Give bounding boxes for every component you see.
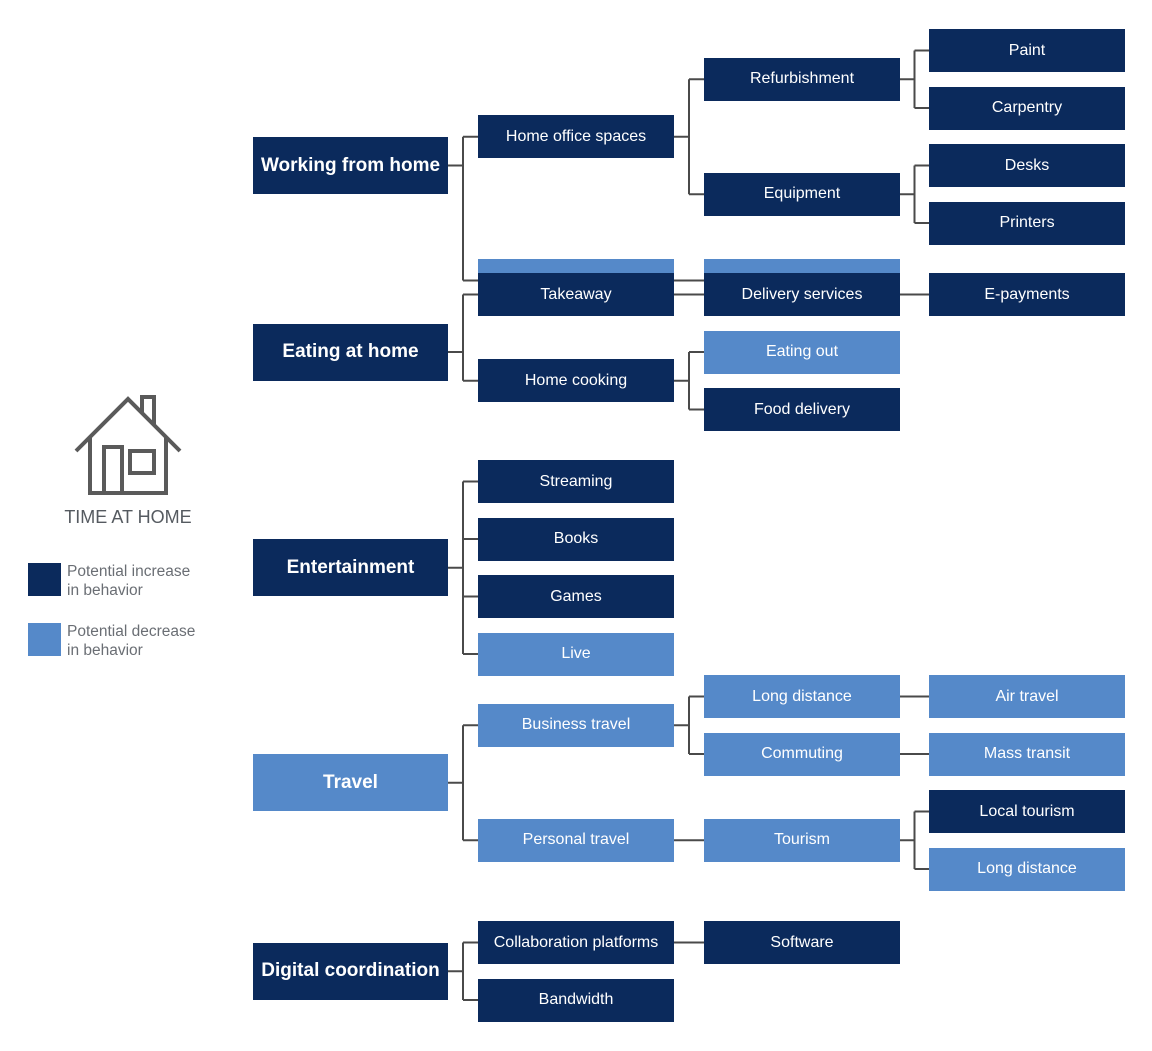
node-eating-out: Eating out (704, 330, 900, 374)
node-label: Collaboration platforms (493, 933, 659, 951)
node-local-tourism: Local tourism (929, 790, 1125, 833)
node-bandwidth: Bandwidth (478, 978, 674, 1022)
node-e-payments: E-payments (929, 273, 1125, 316)
node-label: Air travel (995, 687, 1059, 705)
node-working-from-home: Working from home (253, 137, 448, 194)
node-games: Games (478, 575, 674, 618)
node-label: Business travel (521, 716, 631, 734)
node-label: Food delivery (753, 400, 851, 418)
node-books: Books (478, 517, 674, 561)
node-label: Refurbishment (749, 70, 855, 88)
node-label: Games (550, 587, 602, 605)
node-commuting: Commuting (704, 732, 900, 776)
node-digital-coordination: Digital coordination (253, 942, 448, 1000)
node-label: Commuting (761, 745, 843, 762)
node-label: Long distance (977, 860, 1077, 877)
node-business-travel: Business travel (478, 703, 674, 747)
node-long-distance: Long distance (704, 675, 900, 718)
node-tourism: Tourism (704, 818, 900, 862)
node-label: Long distance (752, 687, 852, 705)
node-label: Entertainment (286, 556, 415, 578)
node-streaming: Streaming (478, 460, 674, 503)
node-carpentry: Carpentry (929, 86, 1125, 130)
node-takeaway: Takeaway (478, 273, 674, 316)
node-software: Software (704, 921, 900, 964)
node-label: Streaming (539, 472, 613, 490)
node-label: Local tourism (979, 802, 1075, 820)
node-label: Personal travel (522, 831, 630, 849)
node-air-travel: Air travel (929, 675, 1125, 718)
node-label: Bandwidth (538, 991, 614, 1008)
node-desks: Desks (929, 144, 1125, 187)
node-home-cooking: Home cooking (478, 359, 674, 403)
node-long-distance: Long distance (929, 847, 1125, 891)
node-printers: Printers (929, 201, 1125, 245)
node-label: Home office spaces (505, 127, 647, 145)
node-label: Printers (999, 214, 1055, 231)
node-equipment: Equipment (704, 172, 900, 216)
node-label: Mass transit (983, 745, 1071, 762)
node-delivery-services: Delivery services (704, 273, 900, 316)
node-personal-travel: Personal travel (478, 818, 674, 862)
node-label: Books (553, 530, 599, 547)
node-label: Eating out (765, 343, 839, 360)
node-label: E-payments (984, 285, 1070, 303)
node-food-delivery: Food delivery (704, 388, 900, 431)
node-label: Delivery services (741, 285, 863, 303)
node-collaboration-platforms: Collaboration platforms (478, 921, 674, 964)
node-label: Equipment (763, 185, 841, 203)
node-label: Tourism (773, 831, 830, 849)
node-paint: Paint (929, 29, 1125, 72)
node-label: Home cooking (524, 371, 628, 389)
node-label: Eating at home (282, 341, 419, 362)
node-eating-at-home: Eating at home (253, 323, 448, 381)
node-travel: Travel (253, 754, 448, 812)
node-home-office-spaces: Home office spaces (478, 115, 674, 159)
node-entertainment: Entertainment (253, 539, 448, 597)
node-refurbishment: Refurbishment (704, 57, 900, 101)
node-live: Live (478, 632, 674, 676)
node-label: Desks (1004, 156, 1050, 174)
node-mass-transit: Mass transit (929, 732, 1125, 776)
node-label: Carpentry (991, 99, 1063, 116)
node-label: Digital coordination (261, 960, 440, 982)
node-label: Travel (323, 771, 378, 793)
node-label: Takeaway (540, 285, 612, 303)
node-label: Live (561, 645, 591, 662)
node-label: Working from home (260, 154, 441, 176)
node-label: Paint (1008, 41, 1046, 59)
node-label: Software (770, 933, 834, 951)
behavior-tree: Working from home Home office spaces Refur… (0, 0, 1152, 1051)
